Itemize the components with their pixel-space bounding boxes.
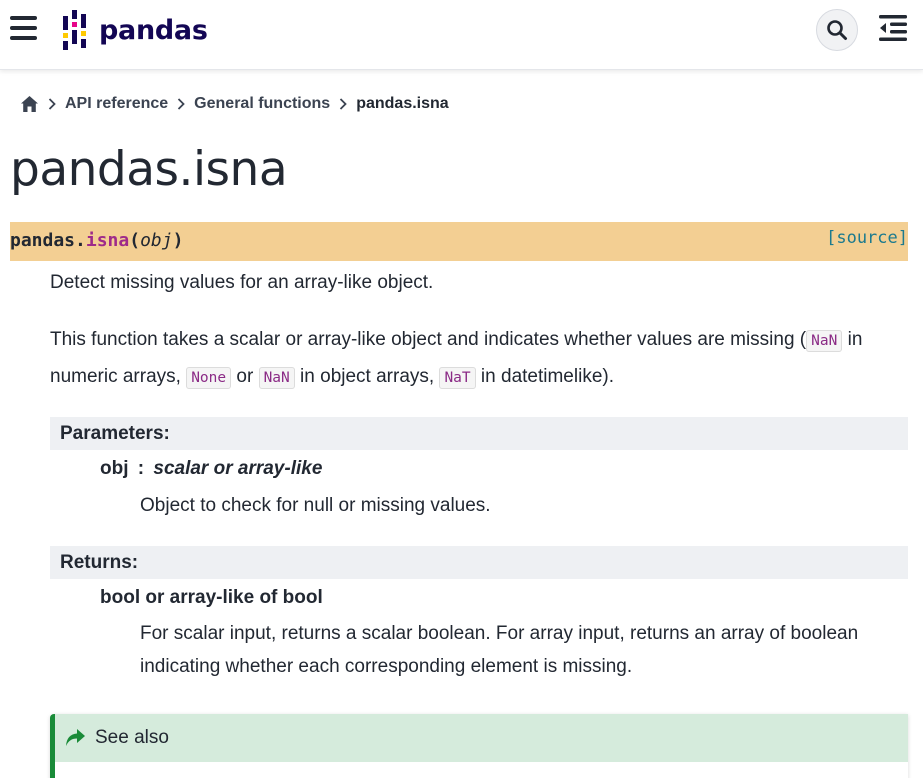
page-title: pandas.isna — [10, 142, 288, 197]
param-type: scalar or array-like — [153, 458, 323, 479]
param-separator: : — [137, 458, 145, 479]
search-icon — [827, 20, 847, 40]
breadcrumb-current: pandas.isna — [356, 95, 449, 112]
code-nat: NaT — [439, 367, 476, 389]
chevron-right-icon — [177, 98, 185, 110]
source-link[interactable]: [source] — [826, 228, 908, 248]
code-nan: NaN — [806, 330, 843, 352]
share-arrow-icon — [66, 729, 85, 746]
return-description-line-1: For scalar input, returns a scalar boole… — [140, 623, 859, 644]
return-type: bool or array-like of bool — [100, 587, 323, 608]
breadcrumb-general-functions[interactable]: General functions — [194, 95, 330, 113]
function-signature: pandas.isna(obj) [source] — [10, 222, 908, 261]
param-description: Object to check for null or missing valu… — [140, 495, 491, 516]
signature-open-paren: ( — [129, 230, 141, 251]
hamburger-menu-icon[interactable] — [10, 14, 38, 42]
toc-toggle-icon — [879, 15, 907, 41]
code-nan: NaN — [258, 367, 295, 389]
search-button[interactable] — [816, 9, 858, 51]
home-icon[interactable] — [20, 95, 39, 113]
return-description-line-2: indicating whether each corresponding el… — [140, 656, 633, 677]
description-part: in datetimelike). — [475, 366, 614, 387]
signature-prefix: pandas. — [10, 230, 86, 251]
signature-param: obj — [140, 230, 173, 251]
top-navbar: pandas — [0, 0, 923, 70]
toc-toggle-button[interactable] — [877, 12, 909, 44]
breadcrumb-api-reference[interactable]: API reference — [65, 95, 168, 113]
see-also-body — [55, 762, 908, 778]
param-name: obj — [100, 458, 129, 479]
signature-code: pandas.isna(obj) — [10, 230, 183, 251]
see-also-title: See also — [95, 727, 169, 748]
description-part: or — [231, 366, 259, 387]
summary-text: Detect missing values for an array-like … — [50, 272, 434, 293]
parameters-heading: Parameters: — [50, 417, 908, 450]
logo-text: pandas — [99, 14, 208, 46]
pandas-logo[interactable]: pandas — [61, 10, 208, 50]
description-part: This function takes a scalar or array-li… — [50, 329, 807, 350]
code-none: None — [186, 367, 232, 389]
see-also-header: See also — [55, 714, 908, 762]
description-text: This function takes a scalar or array-li… — [50, 322, 908, 396]
signature-close-paren: ) — [172, 230, 184, 251]
see-also-admonition: See also — [50, 714, 908, 778]
parameter-obj: obj : scalar or array-like — [100, 452, 322, 486]
chevron-right-icon — [48, 98, 56, 110]
breadcrumb: API reference General functions pandas.i… — [20, 92, 449, 116]
chevron-right-icon — [339, 98, 347, 110]
returns-heading: Returns: — [50, 546, 908, 579]
description-part: in object arrays, — [294, 366, 440, 387]
pandas-logo-mark — [61, 10, 89, 50]
signature-function-name: isna — [85, 230, 130, 251]
